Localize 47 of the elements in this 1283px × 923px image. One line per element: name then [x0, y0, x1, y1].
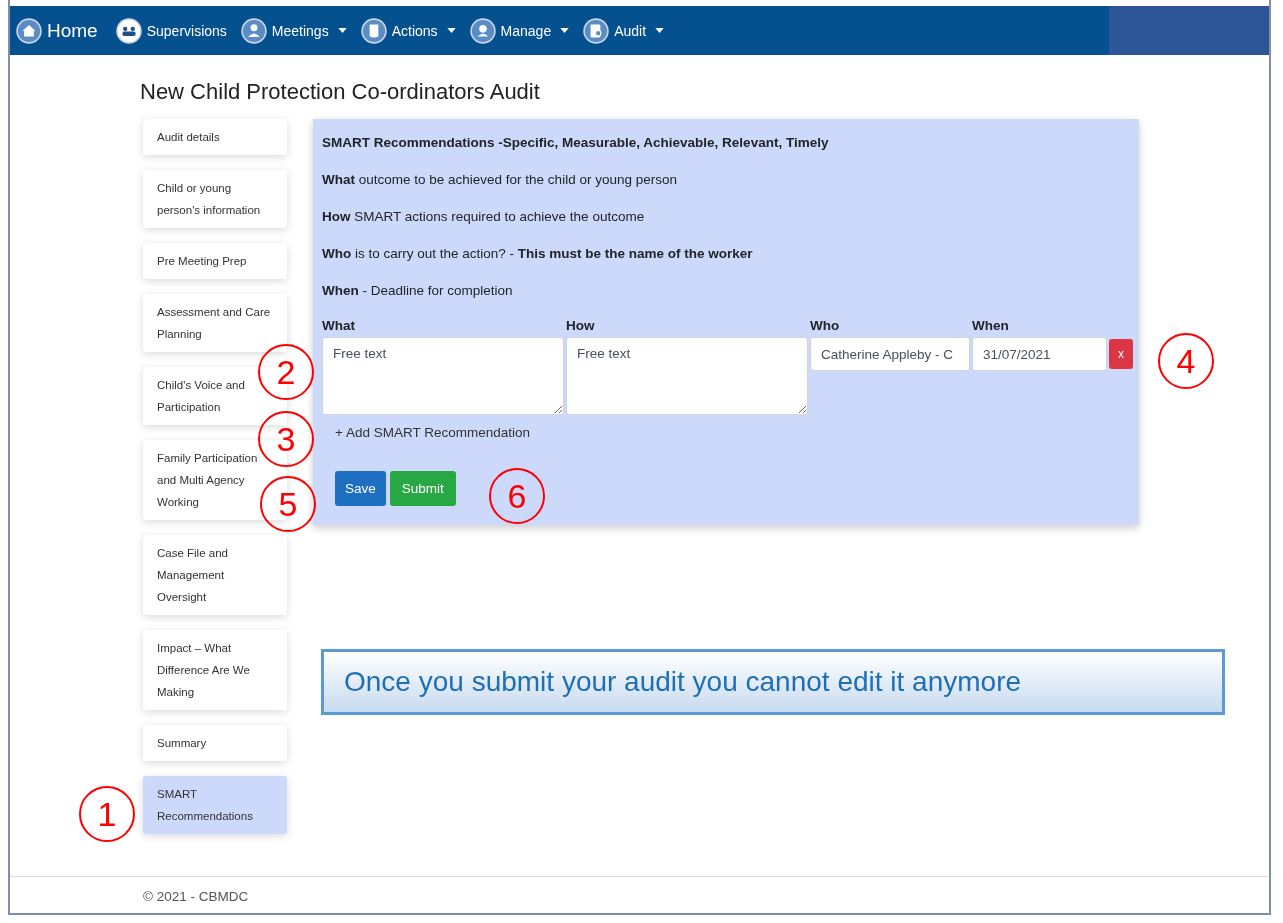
sidebar-tab[interactable]: Summary: [143, 725, 287, 761]
add-recommendation-link[interactable]: + Add SMART Recommendation: [335, 425, 530, 440]
nav-link[interactable]: Manage: [469, 17, 570, 44]
callout-number: 6: [489, 468, 545, 524]
people-icon: [115, 17, 142, 44]
guidance-text: When - Deadline for completion: [322, 282, 514, 300]
guidance-text: How SMART actions required to achieve the outcome: [322, 208, 646, 226]
column-header: Who: [810, 318, 841, 333]
caret-icon: [655, 28, 665, 33]
sidebar-tab[interactable]: Impact – What Difference Are We Making: [143, 630, 287, 710]
sidebar-tab[interactable]: SMART Recommendations: [143, 776, 287, 834]
page-title: New Child Protection Co-ordinators Audit: [140, 79, 541, 105]
nav-link[interactable]: Home: [16, 17, 98, 44]
callout-number: 5: [260, 476, 316, 532]
callout-number: 4: [1158, 333, 1214, 389]
date-field[interactable]: 31/07/2021: [972, 337, 1107, 371]
who-field[interactable]: Catherine Appleby - C: [810, 337, 970, 371]
how-field[interactable]: Free text: [566, 337, 808, 415]
save-button[interactable]: Save: [335, 471, 386, 506]
person-icon: [240, 17, 267, 44]
callout-number: 1: [79, 786, 135, 842]
caret-icon: [337, 28, 347, 33]
nav-link[interactable]: Meetings: [240, 17, 347, 44]
sidebar-tab[interactable]: Pre Meeting Prep: [143, 243, 287, 279]
column-header: How: [566, 318, 596, 333]
sidebar-tab[interactable]: Child or young person's information: [143, 170, 287, 228]
info-banner: Once you submit your audit you cannot edit it anymore: [321, 649, 1225, 715]
nav-link[interactable]: Supervisions: [115, 17, 227, 44]
caret-icon: [446, 28, 456, 33]
sidebar-tab[interactable]: Audit details: [143, 119, 287, 155]
caret-icon: [560, 28, 570, 33]
guidance-text: SMART Recommendations -Specific, Measurable, Achievable, Relevant, Timely: [322, 134, 830, 152]
sidebar-tab[interactable]: Assessment and Care Planning: [143, 294, 287, 352]
remove-button[interactable]: x: [1109, 339, 1133, 369]
home-icon: [16, 17, 42, 44]
callout-number: 2: [258, 344, 314, 400]
what-field[interactable]: Free text: [322, 337, 564, 415]
column-header: What: [322, 318, 356, 333]
nav-link[interactable]: Audit: [583, 17, 665, 44]
guidance-text: What outcome to be achieved for the child or young person: [322, 171, 678, 189]
sidebar-tab[interactable]: Case File and Management Oversight: [143, 535, 287, 615]
guidance-text: Who is to carry out the action? - This must be the name of the worker: [322, 245, 754, 263]
nav-link[interactable]: Actions: [360, 17, 456, 44]
callout-number: 3: [258, 411, 314, 467]
footer-text: © 2021 - CBMDC: [143, 889, 249, 904]
document-icon: [583, 17, 610, 44]
column-header: When: [972, 318, 1010, 333]
